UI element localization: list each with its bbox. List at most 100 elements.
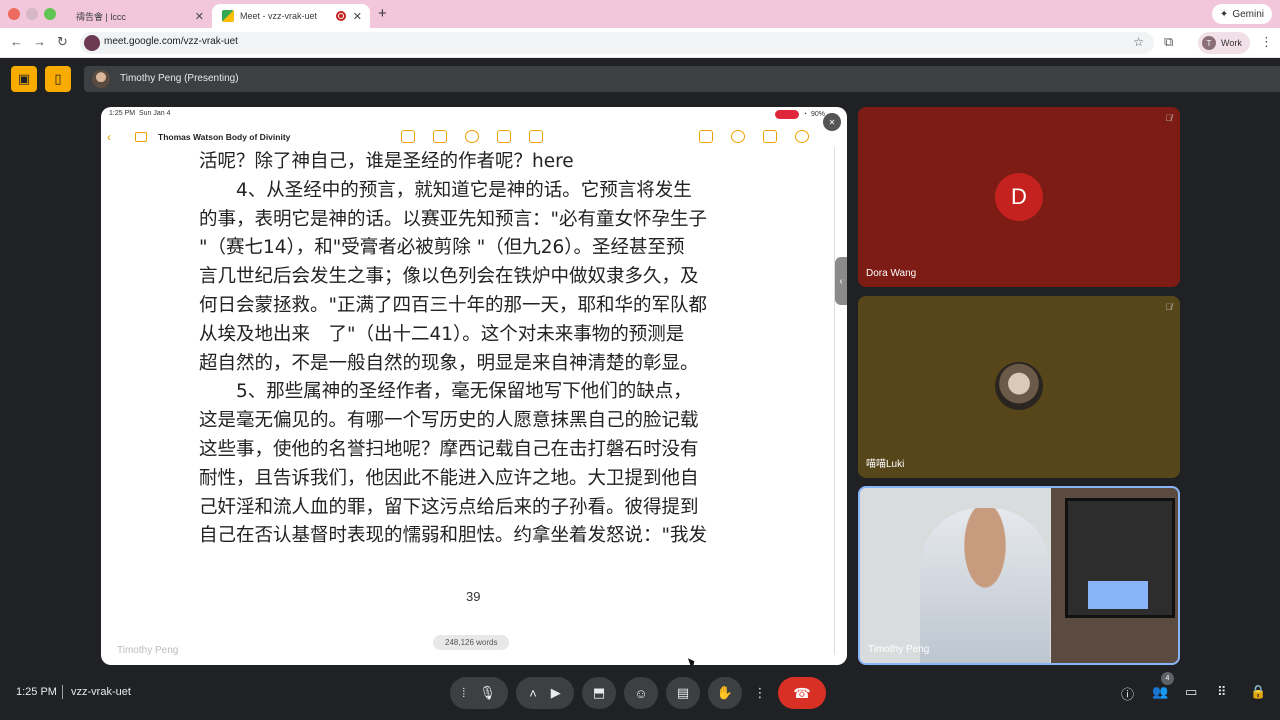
forward-arrow-icon[interactable]: → — [33, 34, 46, 49]
presentation-strip: ▣ ▯ Timothy Peng (Presenting) — [0, 66, 1280, 98]
participant-tile-timothy[interactable]: Timothy Peng — [858, 486, 1180, 665]
participant-name: Dora Wang — [866, 268, 917, 279]
pages-toolbar: ‹ Thomas Watson Body of Divinity — [101, 129, 847, 147]
window-zoom-button[interactable] — [44, 8, 56, 20]
ipad-date: Sun Jan 4 — [138, 110, 171, 117]
captions-button[interactable]: ▤ — [666, 677, 700, 709]
text-line: 己奸淫和流人血的罪，留下这污点给后来的子孙看。彼得提到 — [199, 496, 699, 518]
gemini-button[interactable]: ✦ Gemini — [1211, 4, 1272, 24]
meeting-info-icon[interactable]: ⓘ — [1121, 684, 1134, 703]
ipad-status-time: 1:25 PM Sun Jan 4 — [109, 110, 171, 117]
leave-call-button[interactable]: ☎ — [778, 677, 826, 709]
document-title: Thomas Watson Body of Divinity — [158, 132, 291, 142]
camera-icon: ▶ — [550, 685, 561, 700]
more-options-button[interactable]: ⋮ — [750, 677, 770, 709]
text-line: 超自然的，不是一般自然的现象，明显是来自神清楚的彰显。 — [199, 352, 699, 374]
profile-avatar: T — [1202, 36, 1216, 50]
site-info-icon[interactable] — [84, 35, 100, 51]
browser-toolbar: ← → ↻ meet.google.com/vzz-vrak-uet ☆ ⧉ T… — [0, 28, 1280, 58]
control-bar: 1:25 PM vzz-vrak-uet ⦙ 🎙 ˄ ▶ ⬒ ☺ ▤ ✋ ⋮ ☎… — [0, 672, 1280, 720]
sidebar-icon — [135, 132, 147, 142]
presenter-label: Timothy Peng (Presenting) — [120, 73, 239, 84]
mouse-cursor-icon — [687, 656, 698, 665]
shape-icon — [497, 130, 511, 143]
participant-video-person — [920, 508, 1050, 663]
meeting-code: vzz-vrak-uet — [71, 686, 131, 698]
profile-button[interactable]: T Work — [1198, 32, 1250, 54]
emoji-button[interactable]: ☺ — [624, 677, 658, 709]
ipad-time: 1:25 PM — [109, 110, 136, 117]
collapse-handle-icon: ‹ — [835, 257, 847, 305]
cast-icon[interactable]: ⧉ — [1164, 34, 1173, 50]
phone-hangup-icon: ☎ — [793, 684, 811, 701]
text-line: 耐性，且告诉我们，他因此不能进入应许之地。大卫提到他自 — [199, 467, 699, 489]
meet-stage: ▣ ▯ Timothy Peng (Presenting) 1:25 PM Su… — [0, 58, 1280, 720]
mic-off-icon: 🎙̸ — [1165, 113, 1172, 123]
window-close-button[interactable] — [8, 8, 20, 20]
participant-tile-dora[interactable]: 🎙̸ D Dora Wang — [858, 107, 1180, 287]
url-text[interactable]: meet.google.com/vzz-vrak-uet — [104, 36, 238, 47]
recording-indicator-icon — [336, 11, 346, 21]
participant-name: 喵喵Luki — [866, 459, 905, 470]
wifi-icon: ◔ — [802, 111, 807, 118]
browser-menu-icon[interactable]: ⋮ — [1260, 34, 1273, 50]
chevron-up-icon: ˄ — [529, 685, 537, 701]
undo-icon — [731, 130, 745, 143]
emoji-icon: ☺ — [634, 685, 648, 701]
table-icon — [433, 130, 447, 143]
self-view-label: Timothy Peng — [117, 645, 179, 656]
window-minimize-button[interactable] — [26, 8, 38, 20]
close-icon[interactable]: ✕ — [353, 10, 362, 23]
background-monitor — [1065, 498, 1175, 618]
tab-meet[interactable]: Meet - vzz-vrak-uet ✕ — [212, 4, 370, 28]
avatar — [995, 362, 1043, 410]
host-controls-icon[interactable]: 🔒 — [1250, 684, 1266, 700]
back-arrow-icon[interactable]: ← — [10, 34, 23, 49]
present-icon: ⬒ — [592, 685, 606, 700]
reload-icon[interactable]: ↻ — [57, 34, 68, 50]
action-tools — [699, 130, 809, 143]
text-line: 何日会蒙拯救。"正满了四百三十年的那一天，耶和华的军队都 — [199, 294, 708, 316]
tab-title: Meet - vzz-vrak-uet — [240, 11, 318, 21]
text-line: 言几世纪后会发生之事；像以色列会在铁炉中做奴隶多久，及 — [199, 266, 699, 288]
text-line: 的事，表明它是神的话。以赛亚先知预言："必有童女怀孕生子 — [199, 208, 708, 230]
present-screen-button[interactable]: ⬒ — [582, 677, 616, 709]
new-tab-button[interactable]: + — [378, 5, 387, 22]
mic-off-icon: 🎙̸ — [1165, 302, 1172, 312]
raise-hand-button[interactable]: ✋ — [708, 677, 742, 709]
profile-label: Work — [1221, 38, 1242, 48]
text-line: 活呢？除了神自己，谁是圣经的作者呢？here — [199, 151, 574, 172]
more-icon — [795, 130, 809, 143]
back-chevron-icon: ‹ — [107, 130, 111, 144]
more-icon: ⋮ — [753, 685, 767, 700]
brush-icon — [763, 130, 777, 143]
media-icon — [529, 130, 543, 143]
layout-icon[interactable]: ▯ — [45, 66, 71, 92]
tab-lccc[interactable]: 禱告會 | lccc ✕ — [66, 4, 212, 28]
address-bar[interactable]: meet.google.com/vzz-vrak-uet ☆ — [80, 32, 1154, 54]
avatar: D — [995, 173, 1043, 221]
stop-presenting-icon[interactable]: ▣ — [11, 66, 37, 92]
shared-screen: 1:25 PM Sun Jan 4 ◔ 90% ✕ ‹ Thomas Watso… — [101, 107, 847, 665]
document-page: 活呢？除了神自己，谁是圣经的作者呢？here 4、从圣经中的预言，就知道它是神的… — [113, 147, 835, 665]
screen-record-icon — [774, 110, 799, 119]
avatar — [92, 70, 110, 88]
text-line: 5、那些属神的圣经作者，毫无保留地写下他们的缺点， — [199, 381, 692, 403]
list-icon — [401, 130, 415, 143]
participant-tile-luki[interactable]: 🎙̸ 喵喵Luki — [858, 296, 1180, 478]
bookmark-star-icon[interactable]: ☆ — [1133, 35, 1144, 49]
captions-icon: ▤ — [676, 685, 690, 700]
camera-button[interactable]: ˄ ▶ — [516, 677, 574, 709]
sparkle-icon: ✦ — [1219, 8, 1229, 20]
chat-icon[interactable]: ▭ — [1185, 684, 1197, 700]
text-line: 4、从圣经中的预言，就知道它是神的话。它预言将发生 — [199, 179, 692, 201]
microphone-button[interactable]: ⦙ 🎙 — [450, 677, 508, 709]
page-number: 39 — [466, 589, 481, 604]
call-controls: ⦙ 🎙 ˄ ▶ ⬒ ☺ ▤ ✋ ⋮ ☎ — [450, 677, 826, 709]
close-icon[interactable]: ✕ — [195, 10, 204, 23]
insert-tools — [401, 130, 543, 143]
people-icon[interactable]: 👥 — [1152, 684, 1168, 700]
browser-tab-strip: 禱告會 | lccc ✕ Meet - vzz-vrak-uet ✕ + ✦ G… — [0, 0, 1280, 28]
ipad-status-right: ◔ 90% — [774, 110, 825, 119]
activities-icon[interactable]: ⠿ — [1217, 684, 1227, 700]
